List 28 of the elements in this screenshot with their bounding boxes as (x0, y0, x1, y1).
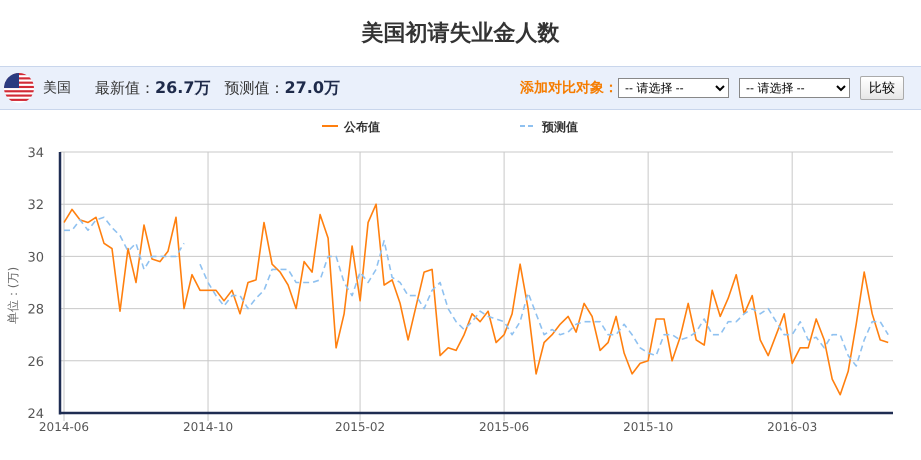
latest-value: 26.7万 (155, 78, 210, 98)
legend-label: 预测值 (541, 120, 578, 134)
x-tick-label: 2014-10 (182, 420, 234, 434)
x-tick-label: 2015-06 (479, 420, 530, 434)
y-tick-label: 26 (27, 354, 44, 370)
compare-select[interactable]: -- 请选择 -- (738, 78, 850, 98)
flag-icon (4, 73, 34, 103)
legend-item[interactable]: 公布值 (322, 120, 380, 134)
y-tick-label: 34 (27, 146, 44, 161)
y-tick-label: 24 (27, 407, 44, 422)
y-tick-label: 30 (27, 250, 44, 266)
compare-label: 添加对比对象： (520, 79, 618, 97)
y-tick-label: 28 (27, 302, 44, 318)
compare-button[interactable]: 比较 (860, 76, 904, 100)
forecast-label: 预测值： (224, 78, 284, 98)
y-axis-label: 单位：(万) (6, 266, 20, 324)
legend-item[interactable]: 预测值 (520, 120, 578, 134)
x-tick-label: 2015-02 (335, 420, 386, 434)
latest-label: 最新值： (95, 78, 155, 98)
forecast-value: 27.0万 (284, 78, 340, 98)
y-tick-label: 32 (27, 198, 44, 214)
country-name: 美国 (43, 79, 71, 97)
page-title: 美国初请失业金人数 (360, 20, 560, 48)
x-tick-label: 2016-03 (767, 420, 818, 434)
compare-select[interactable]: -- 请选择 -- (618, 78, 729, 98)
legend-label: 公布值 (343, 120, 380, 134)
x-tick-label: 2015-10 (623, 420, 674, 434)
x-tick-label: 2014-06 (38, 420, 90, 434)
